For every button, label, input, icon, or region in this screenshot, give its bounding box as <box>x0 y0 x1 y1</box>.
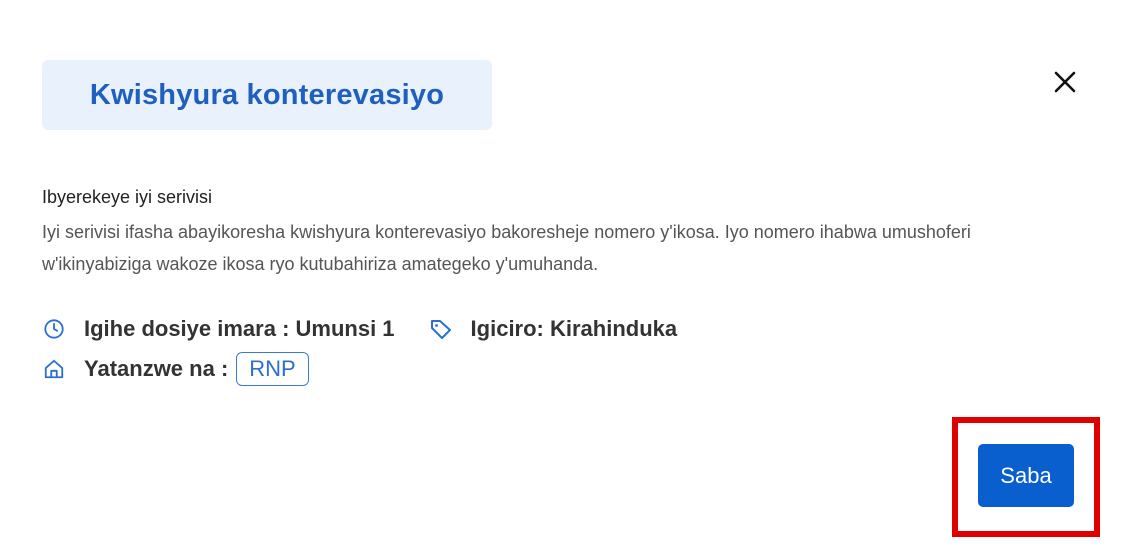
clock-icon <box>42 317 66 341</box>
close-icon <box>1054 71 1076 93</box>
tag-icon <box>429 317 453 341</box>
duration-text: Igihe dosiye imara : Umunsi 1 <box>84 316 395 341</box>
price-text: Igiciro: Kirahinduka <box>470 316 678 341</box>
price-info: Igiciro: Kirahinduka <box>429 316 678 342</box>
meta-row-provider: Yatanzwe na : RNP <box>42 352 309 386</box>
close-button[interactable] <box>1048 65 1082 99</box>
about-heading: Ibyerekeye iyi serivisi <box>42 187 213 207</box>
home-icon <box>42 357 66 381</box>
service-modal: Kwishyura konterevasiyo Ibyerekeye iyi s… <box>0 0 1130 554</box>
meta-row-duration-price: Igihe dosiye imara : Umunsi 1 Igiciro: K… <box>42 316 677 342</box>
duration-info: Igihe dosiye imara : Umunsi 1 <box>42 316 395 342</box>
provider-badge: RNP <box>236 352 309 386</box>
about-section: Ibyerekeye iyi serivisi Iyi serivisi ifa… <box>42 186 1042 280</box>
about-description: Iyi serivisi ifasha abayikoresha kwishyu… <box>42 222 971 274</box>
modal-title-banner: Kwishyura konterevasiyo <box>42 60 492 130</box>
provider-label: Yatanzwe na : <box>84 356 229 381</box>
modal-title: Kwishyura konterevasiyo <box>89 78 445 111</box>
apply-button[interactable]: Saba <box>978 444 1074 507</box>
